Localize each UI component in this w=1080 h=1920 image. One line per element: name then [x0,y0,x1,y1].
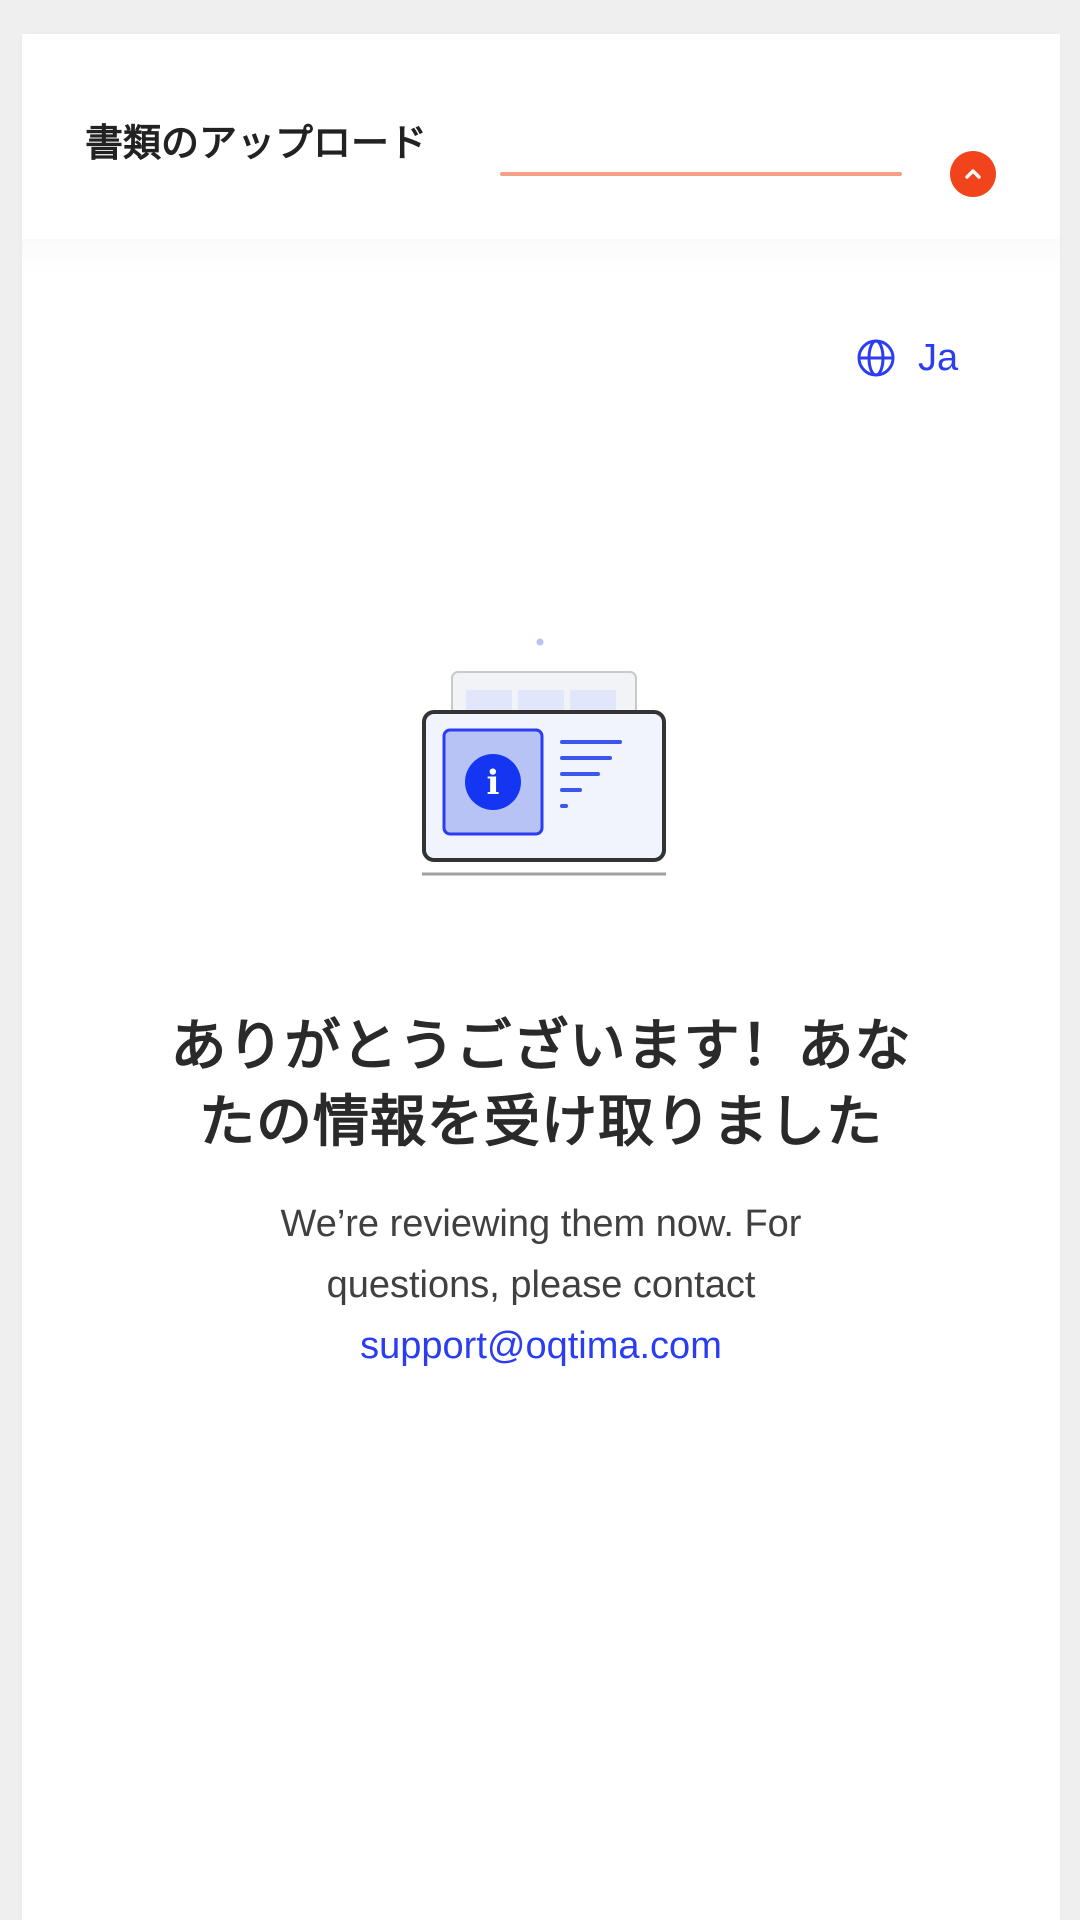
step-progress-line [500,172,902,176]
illustration-dot [536,638,544,646]
step-header: 書類のアップロード [22,34,1060,239]
step-title: 書類のアップロード [85,121,428,165]
review-message-line1: We’re reviewing them now. For [280,1203,802,1245]
document-info-illustration: i [422,638,666,876]
review-message-line2: questions, please contact [326,1264,756,1306]
upload-card: 書類のアップロード Ja i ありがとうございます！あな たの情報を受け取りまし… [22,34,1060,1920]
success-heading-line1: ありがとうございます！あな [170,1014,912,1079]
language-label: Ja [918,337,959,379]
chevron-up-icon [965,169,981,179]
review-message: We’re reviewing them now. For questions,… [202,1194,880,1377]
collapse-button[interactable] [950,151,996,197]
info-glyph: i [487,763,500,803]
support-email-link[interactable]: support@oqtima.com [360,1325,722,1367]
header-divider [22,239,1060,275]
success-heading-line2: たの情報を受け取りました [199,1090,883,1155]
success-heading: ありがとうございます！あな たの情報を受け取りました [85,1009,997,1161]
language-switcher[interactable]: Ja [856,330,958,386]
globe-icon [857,339,895,377]
